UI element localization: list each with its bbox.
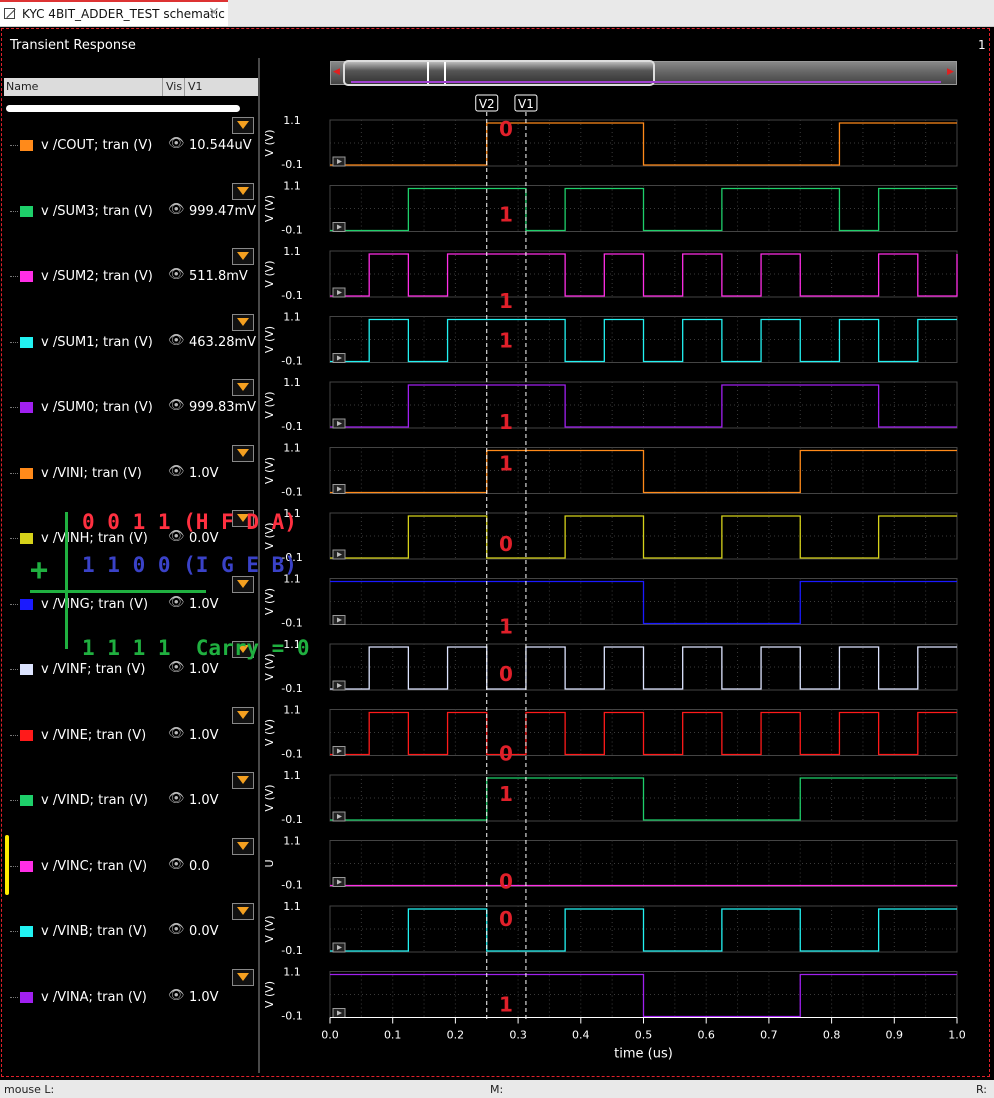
- waveform-plot[interactable]: 1.1 -0.1 V (V) 0 1.1 -0.1 V (V) 1 1.1 -0.1 V (V) 1 1…: [0, 0, 994, 1098]
- y-tick-label: 1.1: [283, 900, 301, 913]
- cursor-label-v2: V2: [479, 97, 495, 111]
- y-axis-label: V (V): [263, 391, 276, 418]
- y-tick-label: -0.1: [281, 355, 302, 368]
- y-axis-label: V (V): [263, 129, 276, 156]
- y-axis-label: V (V): [263, 784, 276, 811]
- y-axis-label: V (V): [263, 981, 276, 1008]
- y-tick-label: -0.1: [281, 289, 302, 302]
- status-bar: mouse L: M: R:: [0, 1080, 994, 1098]
- x-tick-label: 0.1: [384, 1029, 402, 1042]
- y-tick-label: -0.1: [281, 224, 302, 237]
- digit-annotation: 1: [499, 289, 513, 313]
- y-axis-label: V (V): [263, 457, 276, 484]
- x-tick-label: 0.6: [697, 1029, 715, 1042]
- cursor-label-v1: V1: [518, 97, 534, 111]
- mouse-right-status: R:: [976, 1083, 988, 1096]
- y-tick-label: 1.1: [283, 835, 301, 848]
- y-tick-label: 1.1: [283, 180, 301, 193]
- y-axis-label: V (V): [263, 195, 276, 222]
- y-tick-label: 1.1: [283, 311, 301, 324]
- sum-line: [30, 590, 206, 593]
- y-axis-label: U: [263, 859, 276, 867]
- y-tick-label: -0.1: [281, 617, 302, 630]
- x-axis-label: time (us): [614, 1047, 673, 1062]
- digit-annotation: 1: [499, 782, 513, 806]
- y-tick-label: -0.1: [281, 879, 302, 892]
- annotation-input-b: 1 1 0 0 (I G E B): [82, 553, 297, 577]
- y-tick-label: 1.1: [283, 376, 301, 389]
- mouse-mid-status: M:: [490, 1083, 504, 1096]
- x-tick-label: 0.8: [823, 1029, 841, 1042]
- y-tick-label: 1.1: [283, 442, 301, 455]
- y-axis-label: V (V): [263, 719, 276, 746]
- digit-annotation: 1: [499, 452, 513, 476]
- y-tick-label: 1.1: [283, 245, 301, 258]
- mouse-left-status: mouse L:: [4, 1083, 55, 1096]
- digit-annotation: 0: [499, 870, 513, 894]
- annotation-input-a: 0 0 1 1 (H F D A): [82, 510, 297, 534]
- digit-annotation: 1: [499, 993, 513, 1017]
- y-axis-label: V (V): [263, 260, 276, 287]
- digit-annotation: 0: [499, 742, 513, 766]
- y-tick-label: 1.1: [283, 966, 301, 979]
- y-axis-label: V (V): [263, 326, 276, 353]
- x-tick-label: 0.3: [509, 1029, 527, 1042]
- y-tick-label: -0.1: [281, 158, 302, 171]
- digit-annotation: 1: [499, 615, 513, 639]
- annotation-bracket: [65, 512, 68, 649]
- y-tick-label: -0.1: [281, 748, 302, 761]
- y-tick-label: 1.1: [283, 769, 301, 782]
- annotation-result: 1 1 1 1 Carry = 0: [82, 636, 310, 660]
- x-tick-label: 0.7: [760, 1029, 778, 1042]
- digit-annotation: 1: [499, 329, 513, 353]
- plus-sign: +: [30, 553, 49, 588]
- y-tick-label: -0.1: [281, 1010, 302, 1023]
- x-tick-label: 0.4: [572, 1029, 590, 1042]
- digit-annotation: 1: [499, 410, 513, 434]
- x-tick-label: 1.0: [948, 1029, 966, 1042]
- digit-annotation: 0: [499, 117, 513, 141]
- digit-annotation: 0: [499, 532, 513, 556]
- x-tick-label: 0.0: [321, 1029, 339, 1042]
- y-axis-label: V (V): [263, 588, 276, 615]
- x-tick-label: 0.9: [886, 1029, 904, 1042]
- y-tick-label: 1.1: [283, 114, 301, 127]
- y-tick-label: 1.1: [283, 704, 301, 717]
- y-tick-label: -0.1: [281, 420, 302, 433]
- x-tick-label: 0.2: [447, 1029, 465, 1042]
- y-axis-label: V (V): [263, 915, 276, 942]
- x-tick-label: 0.5: [635, 1029, 653, 1042]
- digit-annotation: 0: [499, 662, 513, 686]
- y-tick-label: -0.1: [281, 486, 302, 499]
- digit-annotation: 1: [499, 203, 513, 227]
- y-tick-label: -0.1: [281, 682, 302, 695]
- digit-annotation: 0: [499, 907, 513, 931]
- y-tick-label: -0.1: [281, 813, 302, 826]
- y-tick-label: -0.1: [281, 944, 302, 957]
